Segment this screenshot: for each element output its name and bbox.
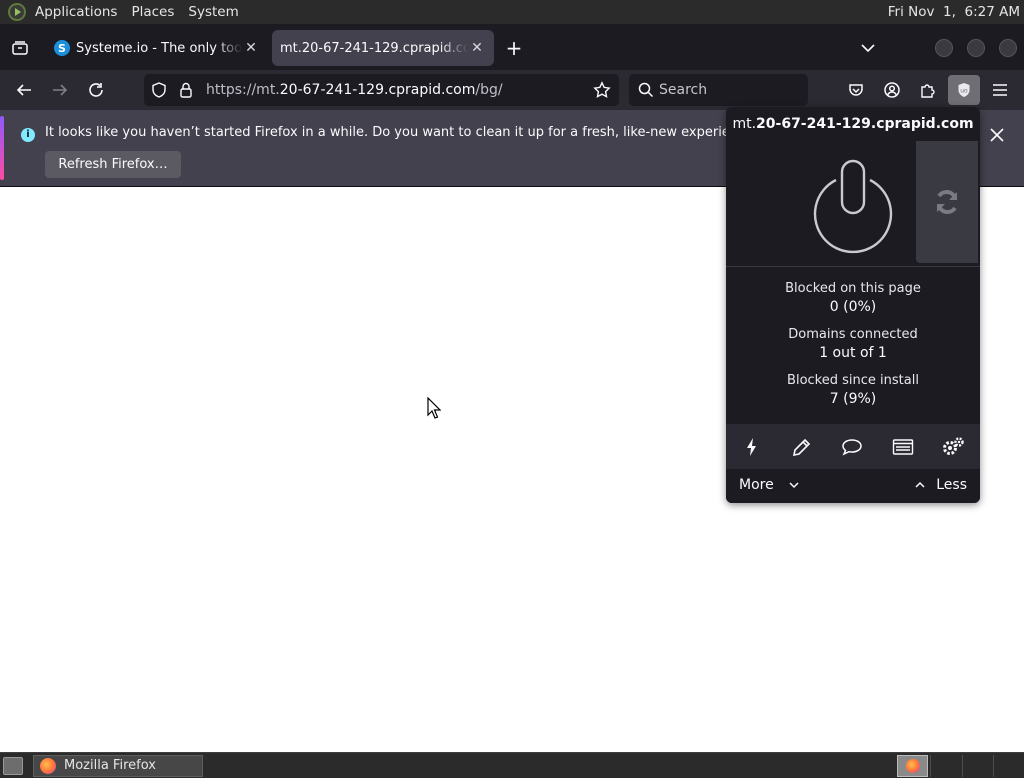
stat-label-since-install: Blocked since install (787, 373, 919, 388)
speech-bubble-icon[interactable] (839, 434, 865, 460)
less-button[interactable]: Less (914, 469, 967, 501)
stat-label-blocked-page: Blocked on this page (785, 281, 921, 296)
firefox-icon (40, 758, 56, 774)
tab-cprapid[interactable]: mt.20-67-241-129.cprapid.com ✕ (272, 30, 494, 66)
popup-tools (726, 424, 980, 469)
taskbar-firefox-window[interactable]: Mozilla Firefox (33, 755, 203, 777)
url-bar[interactable]: https://mt.20-67-241-129.cprapid.com/bg/ (144, 74, 619, 106)
more-button[interactable]: More (739, 469, 800, 501)
refresh-firefox-button[interactable]: Refresh Firefox… (45, 151, 181, 178)
chevron-up-icon (915, 481, 925, 488)
forward-arrow-icon[interactable] (48, 78, 72, 102)
clock[interactable]: Fri Nov 1, 6:27 AM (888, 0, 1020, 24)
applications-menu[interactable]: Applications (28, 0, 124, 24)
workspace-1[interactable] (897, 755, 928, 777)
workspace-3[interactable] (962, 755, 993, 777)
navigation-toolbar: https://mt.20-67-241-129.cprapid.com/bg/… (0, 70, 1024, 110)
info-icon: i (21, 128, 35, 142)
system-menu[interactable]: System (181, 0, 245, 24)
stat-label-domains: Domains connected (788, 327, 918, 342)
maximize-window-button[interactable] (967, 39, 985, 57)
gears-icon[interactable] (940, 434, 966, 460)
back-arrow-icon[interactable] (12, 78, 36, 102)
popup-footer: More Less (726, 469, 980, 503)
search-placeholder: Search (659, 82, 708, 98)
tab-title: mt.20-67-241-129.cprapid.com (280, 40, 468, 56)
list-all-tabs-chevron-icon[interactable] (857, 38, 879, 58)
popup-hostname: mt.20-67-241-129.cprapid.com (732, 116, 974, 132)
reload-icon[interactable] (84, 78, 108, 102)
stat-value-blocked-page: 0 (0%) (829, 299, 877, 315)
svg-text:uo: uo (960, 88, 968, 95)
extensions-puzzle-icon[interactable] (916, 78, 940, 102)
ublock-origin-button[interactable]: uo (948, 75, 980, 105)
shield-icon[interactable] (150, 81, 168, 103)
account-icon[interactable] (880, 78, 904, 102)
ublock-popup: mt.20-67-241-129.cprapid.com Blocked on … (726, 107, 980, 503)
chevron-down-icon (789, 482, 799, 489)
search-icon (638, 82, 654, 102)
workspace-2[interactable] (930, 755, 962, 777)
list-icon[interactable] (890, 434, 916, 460)
lightning-icon[interactable] (739, 434, 765, 460)
workspace-4[interactable] (993, 755, 1024, 777)
eyedropper-icon[interactable] (789, 434, 815, 460)
tab-list-icon[interactable] (6, 36, 34, 60)
pocket-icon[interactable] (844, 78, 868, 102)
page-refresh-button[interactable] (916, 141, 978, 263)
places-menu[interactable]: Places (124, 0, 181, 24)
lock-icon[interactable] (178, 81, 194, 103)
bottom-taskbar: Mozilla Firefox (0, 752, 1024, 778)
popup-stats: Blocked on this page 0 (0%) Domains conn… (726, 267, 980, 424)
minimize-window-button[interactable] (935, 39, 953, 57)
new-tab-button[interactable]: + (503, 38, 525, 60)
tab-strip: S Systeme.io - The only tool you need to… (0, 24, 1024, 70)
hamburger-menu-icon[interactable] (988, 78, 1012, 102)
gnome-foot-icon[interactable] (8, 3, 26, 21)
tab-close-icon[interactable]: ✕ (242, 40, 260, 56)
firefox-icon (906, 759, 920, 773)
search-bar[interactable]: Search (629, 74, 808, 106)
notification-close-icon[interactable] (986, 124, 1008, 146)
systeme-favicon-icon: S (54, 40, 70, 56)
mouse-cursor-icon (427, 397, 441, 419)
tab-title: Systeme.io - The only tool you need to l… (76, 40, 242, 56)
url-text[interactable]: https://mt.20-67-241-129.cprapid.com/bg/ (206, 74, 503, 106)
show-desktop-icon[interactable] (3, 757, 23, 775)
power-switch-area (726, 141, 916, 265)
stat-value-since-install: 7 (9%) (829, 391, 877, 407)
tab-close-icon[interactable]: ✕ (468, 40, 486, 56)
notification-message: It looks like you haven’t started Firefo… (45, 125, 810, 140)
notification-accent (0, 116, 4, 180)
refresh-arrows-icon (937, 190, 957, 214)
top-panel: Applications Places System Fri Nov 1, 6:… (0, 0, 1024, 24)
tab-systeme[interactable]: S Systeme.io - The only tool you need to… (46, 30, 268, 66)
close-window-button[interactable] (999, 39, 1017, 57)
power-icon[interactable] (806, 154, 900, 254)
stat-value-domains: 1 out of 1 (819, 345, 887, 361)
bookmark-star-icon[interactable] (593, 81, 611, 103)
